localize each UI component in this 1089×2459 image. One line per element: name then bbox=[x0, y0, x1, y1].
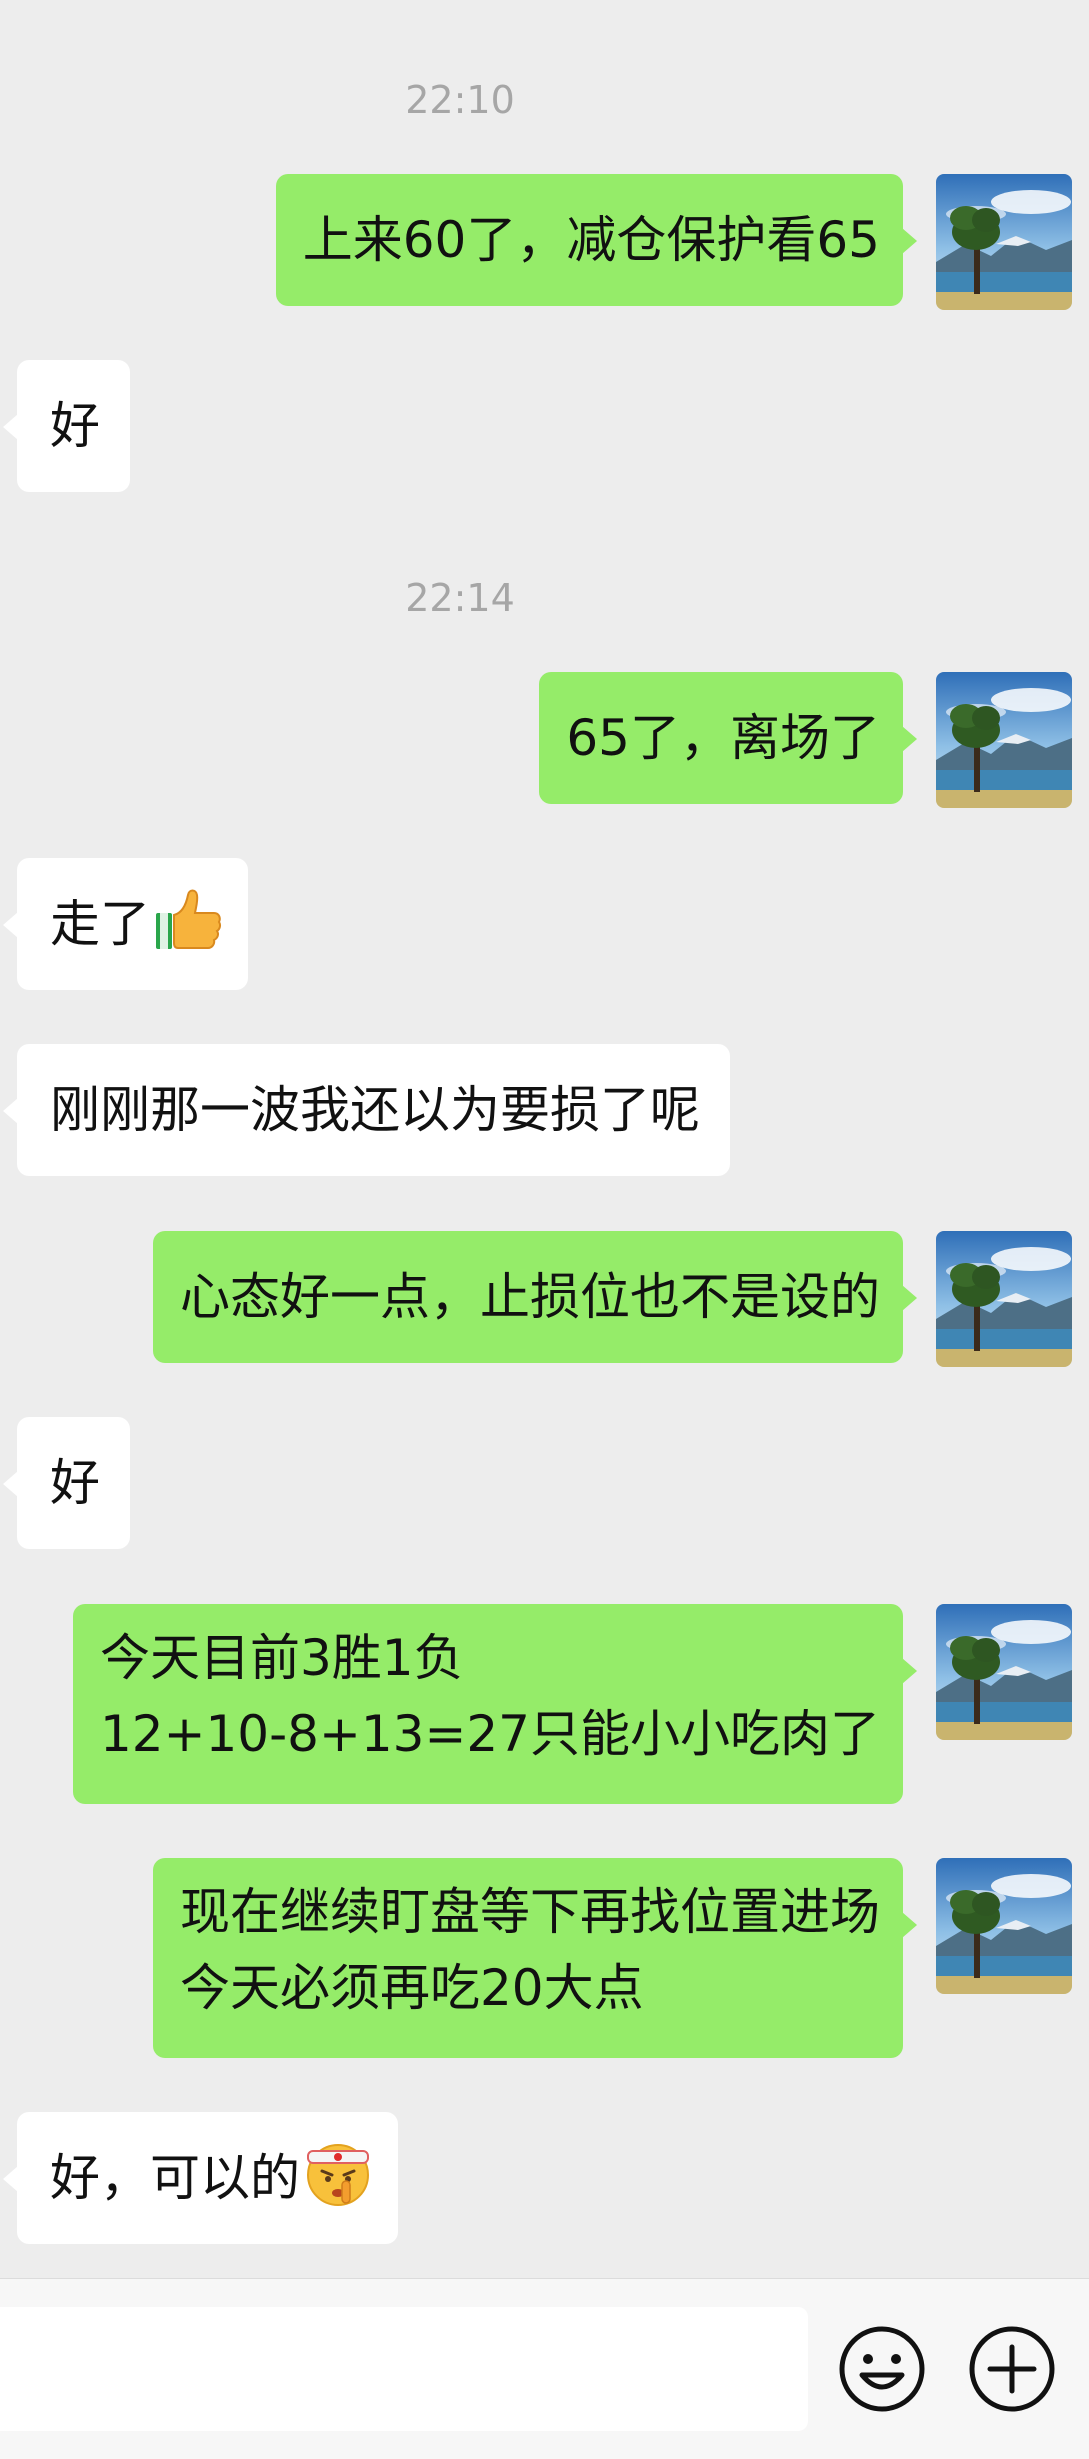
message-line: 今天目前3胜1负 bbox=[99, 1629, 464, 1687]
shushing-face-icon bbox=[307, 2144, 369, 2206]
message-text: 心态好一点，止损位也不是设的 bbox=[180, 1268, 880, 1326]
avatar[interactable] bbox=[936, 1604, 1072, 1740]
message-line: 今天必须再吃20大点 bbox=[180, 1959, 644, 2017]
message-text: 好 bbox=[50, 397, 100, 455]
plus-circle-icon bbox=[969, 2326, 1055, 2412]
thumbs-up-icon bbox=[156, 889, 222, 949]
message-text: 走了 bbox=[50, 895, 150, 953]
message-text: 刚刚那一波我还以为要损了呢 bbox=[50, 1081, 700, 1139]
message-line: 现在继续盯盘等下再找位置进场 bbox=[180, 1883, 880, 1941]
message-text: 65了，离场了 bbox=[566, 709, 880, 767]
input-bar bbox=[0, 2278, 1089, 2459]
message-line: 12+10-8+13=27只能小小吃肉了 bbox=[99, 1705, 880, 1763]
message-bubble-outgoing[interactable]: 现在继续盯盘等下再找位置进场 今天必须再吃20大点 bbox=[153, 1858, 917, 2058]
message-bubble-outgoing[interactable]: 65了，离场了 bbox=[539, 672, 917, 804]
message-text: 好，可以的 bbox=[50, 2149, 300, 2207]
avatar[interactable] bbox=[936, 174, 1072, 310]
timestamp: 22:14 bbox=[405, 576, 515, 620]
message-input[interactable] bbox=[0, 2307, 808, 2431]
message-text: 好 bbox=[50, 1454, 100, 1512]
message-bubble-outgoing[interactable]: 上来60了，减仓保护看65 bbox=[275, 174, 918, 306]
message-bubble-outgoing[interactable]: 心态好一点，止损位也不是设的 bbox=[153, 1231, 917, 1363]
more-button[interactable] bbox=[952, 2309, 1072, 2429]
message-bubble-incoming[interactable]: 走了 bbox=[3, 858, 248, 990]
message-bubble-outgoing[interactable]: 今天目前3胜1负 12+10-8+13=27只能小小吃肉了 bbox=[72, 1604, 918, 1804]
message-bubble-incoming[interactable]: 好 bbox=[3, 360, 130, 492]
message-bubble-incoming[interactable]: 好 bbox=[3, 1417, 130, 1549]
avatar[interactable] bbox=[936, 672, 1072, 808]
timestamp: 22:10 bbox=[405, 78, 515, 122]
message-text: 上来60了，减仓保护看65 bbox=[302, 211, 880, 269]
smiley-icon bbox=[839, 2326, 925, 2412]
chat-area[interactable]: 22:10 上来60了，减仓保护看65 好 22:14 65了，离场了 走了 刚… bbox=[0, 0, 1089, 2278]
message-bubble-incoming[interactable]: 刚刚那一波我还以为要损了呢 bbox=[3, 1044, 730, 1176]
message-bubble-incoming[interactable]: 好，可以的 bbox=[3, 2112, 398, 2244]
avatar[interactable] bbox=[936, 1858, 1072, 1994]
emoji-button[interactable] bbox=[822, 2309, 942, 2429]
avatar[interactable] bbox=[936, 1231, 1072, 1367]
